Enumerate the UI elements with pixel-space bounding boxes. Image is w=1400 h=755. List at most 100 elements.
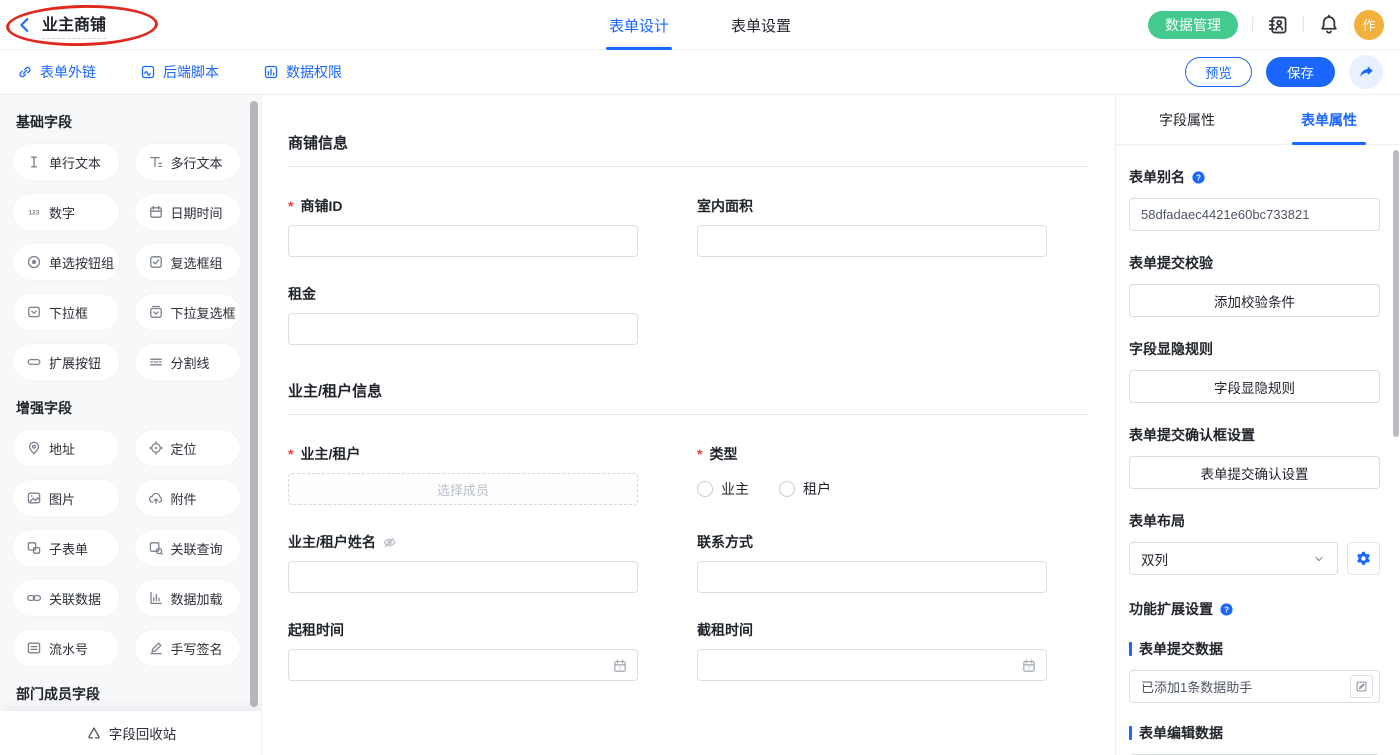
shop-id-input[interactable] — [288, 225, 638, 257]
submit-check-label: 表单提交校验 — [1129, 253, 1380, 273]
notification-bell-icon[interactable] — [1318, 14, 1340, 36]
add-check-condition-button[interactable]: 添加校验条件 — [1129, 284, 1380, 317]
signature-icon — [148, 640, 164, 656]
edit-assistant-button[interactable] — [1350, 675, 1373, 698]
palette-item-text-multi[interactable]: 多行文本 — [134, 143, 242, 181]
submit-confirm-button[interactable]: 表单提交确认设置 — [1129, 456, 1380, 489]
eye-off-icon — [382, 535, 397, 550]
palette-item-select[interactable]: 下拉框 — [12, 293, 120, 331]
visibility-rules-button[interactable]: 字段显隐规则 — [1129, 370, 1380, 403]
tab-form-design[interactable]: 表单设计 — [609, 0, 669, 50]
back-nav[interactable]: 业主商铺 — [16, 11, 106, 39]
tab-field-properties[interactable]: 字段属性 — [1116, 95, 1258, 144]
palette-item-locate[interactable]: 定位 — [134, 429, 242, 467]
owner-name-input[interactable] — [288, 561, 638, 593]
edit-pencil-icon — [1355, 680, 1368, 693]
field-recycle-bin[interactable]: 字段回收站 — [0, 711, 262, 755]
svg-text:123: 123 — [28, 210, 39, 217]
checkbox-icon — [148, 254, 164, 270]
palette-item-divider[interactable]: 分割线 — [134, 343, 242, 381]
palette-item-subform[interactable]: 子表单 — [12, 529, 120, 567]
preview-button[interactable]: 预览 — [1185, 57, 1252, 87]
save-button[interactable]: 保存 — [1266, 57, 1335, 87]
palette-item-datetime[interactable]: 日期时间 — [134, 193, 242, 231]
palette-item-signature[interactable]: 手写签名 — [134, 629, 242, 667]
field-rent-start[interactable]: 起租时间 7 — [288, 620, 638, 681]
field-contact[interactable]: 联系方式 — [697, 532, 1047, 593]
palette-item-radio[interactable]: 单选按钮组 — [12, 243, 120, 281]
data-manage-button[interactable]: 数据管理 — [1148, 11, 1238, 39]
top-header: 业主商铺 表单设计 表单设置 数据管理 作 — [0, 0, 1400, 50]
form-external-link[interactable]: 表单外链 — [17, 62, 96, 82]
field-indoor-area[interactable]: 室内面积 — [697, 196, 1047, 257]
palette-item-checkbox[interactable]: 复选框组 — [134, 243, 242, 281]
radio-circle[interactable] — [779, 481, 795, 497]
form-canvas: 商铺信息 商铺ID 室内面积 租金 业主/租户信息 业 — [262, 95, 1115, 755]
palette-item-multiselect[interactable]: 下拉复选框 — [134, 293, 242, 331]
layout-settings-button[interactable] — [1347, 542, 1380, 575]
data-assistant-box[interactable]: 已添加1条数据助手 — [1129, 670, 1380, 703]
datetime-icon — [148, 204, 164, 220]
help-icon[interactable]: ? — [1191, 170, 1206, 185]
palette-item-attachment[interactable]: 附件 — [134, 479, 242, 517]
radio-option-owner[interactable]: 业主 — [697, 479, 749, 499]
field-owner-tenant[interactable]: 业主/租户 选择成员 — [288, 444, 638, 505]
field-owner-name[interactable]: 业主/租户姓名 — [288, 532, 638, 593]
palette-item-button[interactable]: 扩展按钮 — [12, 343, 120, 381]
field-palette-sidebar: 基础字段 单行文本多行文本123数字日期时间单选按钮组复选框组下拉框下拉复选框扩… — [0, 95, 262, 755]
address-icon — [26, 440, 42, 456]
toolbar-actions: 预览 保存 — [1185, 55, 1383, 89]
share-icon — [1358, 64, 1375, 81]
field-type[interactable]: 类型 业主 租户 — [697, 444, 1047, 505]
field-rent-end[interactable]: 截租时间 7 — [697, 620, 1047, 681]
rent-start-date-input[interactable]: 7 — [288, 649, 638, 681]
image-icon — [26, 490, 42, 506]
palette-item-serial[interactable]: 流水号 — [12, 629, 120, 667]
share-button[interactable] — [1349, 55, 1383, 89]
avatar[interactable]: 作 — [1354, 10, 1384, 40]
palette-item-image[interactable]: 图片 — [12, 479, 120, 517]
recycle-icon — [86, 725, 102, 741]
data-load-icon — [148, 590, 164, 606]
back-chevron-icon[interactable] — [16, 16, 34, 34]
palette-item-text-single[interactable]: 单行文本 — [12, 143, 120, 181]
radio-option-tenant[interactable]: 租户 — [779, 479, 831, 499]
data-permission-link[interactable]: 数据权限 — [263, 62, 342, 82]
link-icon — [17, 64, 33, 80]
address-book-icon[interactable] — [1267, 14, 1289, 36]
palette-item-data-load[interactable]: 数据加载 — [134, 579, 242, 617]
form-toolbar: 表单外链 后端脚本 数据权限 预览 保存 — [0, 50, 1400, 95]
panel-scrollbar[interactable] — [1393, 150, 1399, 437]
tab-form-properties[interactable]: 表单属性 — [1258, 95, 1400, 144]
field-rent[interactable]: 租金 — [288, 284, 638, 345]
enhanced-fields-grid: 地址定位图片附件子表单关联查询关联数据数据加载流水号手写签名 — [0, 429, 261, 667]
svg-text:?: ? — [1224, 605, 1229, 614]
canvas-section-title: 业主/租户信息 — [288, 380, 1087, 415]
divider — [1303, 17, 1304, 33]
rent-input[interactable] — [288, 313, 638, 345]
layout-select[interactable]: 双列 — [1129, 542, 1338, 575]
backend-script-link[interactable]: 后端脚本 — [140, 62, 219, 82]
palette-item-number[interactable]: 123数字 — [12, 193, 120, 231]
accent-bar — [1129, 726, 1132, 740]
select-member-button[interactable]: 选择成员 — [288, 473, 638, 505]
divider-icon — [148, 354, 164, 370]
contact-input[interactable] — [697, 561, 1047, 593]
form-designer-app: 业主商铺 表单设计 表单设置 数据管理 作 表单外链 — [0, 0, 1400, 755]
indoor-area-input[interactable] — [697, 225, 1047, 257]
palette-item-linked-data[interactable]: 关联数据 — [12, 579, 120, 617]
palette-item-address[interactable]: 地址 — [12, 429, 120, 467]
linked-data-icon — [26, 590, 42, 606]
accent-bar — [1129, 642, 1132, 656]
form-alias-input[interactable]: 58dfadaec4421e60bc733821 — [1129, 198, 1380, 231]
field-shop-id[interactable]: 商铺ID — [288, 196, 638, 257]
tab-form-settings[interactable]: 表单设置 — [731, 0, 791, 50]
palette-item-linked-query[interactable]: 关联查询 — [134, 529, 242, 567]
sidebar-scrollbar[interactable] — [250, 101, 258, 707]
help-icon[interactable]: ? — [1219, 602, 1234, 617]
rent-end-date-input[interactable]: 7 — [697, 649, 1047, 681]
permission-icon — [263, 64, 279, 80]
header-actions: 数据管理 作 — [1148, 10, 1384, 40]
attachment-icon — [148, 490, 164, 506]
radio-circle[interactable] — [697, 481, 713, 497]
